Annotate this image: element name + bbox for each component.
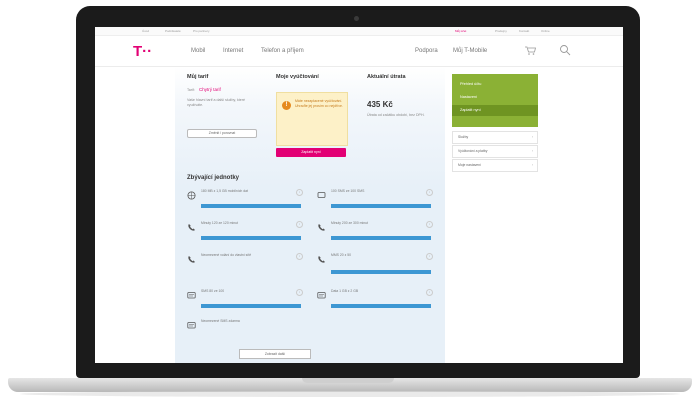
phone-icon	[188, 224, 195, 231]
laptop-notch	[302, 378, 394, 383]
info-icon[interactable]: i	[296, 253, 303, 260]
nav-item-my-account[interactable]: Můj T-Mobile	[453, 48, 487, 54]
phone-icon	[318, 224, 325, 231]
info-icon[interactable]: i	[296, 289, 303, 296]
top-link-right[interactable]: Můj účet	[455, 29, 466, 33]
unit-text: Minuty 120 ze 120 minut	[201, 221, 238, 225]
invoices-title: Moje vyúčtování	[276, 74, 319, 80]
camera	[354, 16, 359, 21]
sidebar-green-item[interactable]: Nastavení	[460, 95, 477, 99]
unit-text: SMS 80 ze 100	[201, 289, 225, 293]
top-link[interactable]: Pro partnery	[193, 29, 210, 33]
brand-logo[interactable]: T··	[133, 43, 152, 60]
nav-item-mobil[interactable]: Mobil	[191, 48, 205, 54]
phone-icon	[318, 256, 325, 263]
globe-icon	[187, 191, 196, 200]
tariff-label: Tarif:	[187, 88, 195, 92]
info-icon[interactable]: i	[426, 189, 433, 196]
info-icon[interactable]: i	[296, 189, 303, 196]
chevron-right-icon: ›	[531, 163, 533, 167]
spending-description: Útrata od začátku období, bez DPH.	[367, 113, 425, 117]
unit-item: Minuty 120 ze 120 minut i	[187, 221, 305, 243]
unit-text: MMS 20 z 50	[331, 253, 351, 257]
unit-progress-bar	[201, 204, 301, 208]
unit-item: 100 SMS ze 100 SMS i	[317, 189, 435, 211]
unit-item: Neomezené SMS zdarma	[187, 319, 305, 341]
phone-icon	[188, 256, 195, 263]
unit-text: Neomezené SMS zdarma	[201, 319, 240, 323]
unit-progress-bar	[201, 304, 301, 308]
change-tariff-button[interactable]: Změnit / porovnat	[187, 129, 257, 138]
unit-item: Data 1 GB z 2 GB i	[317, 289, 435, 311]
tariff-description: Vaše hlavní tarif a další služby, které …	[187, 98, 245, 107]
message-icon	[187, 322, 196, 329]
chevron-right-icon: ›	[531, 149, 533, 153]
main-navigation: T·· Mobil Internet Telefon a příjem Podp…	[95, 36, 623, 67]
unit-text: 100 SMS ze 100 SMS	[331, 189, 365, 193]
unit-progress-bar	[331, 270, 431, 274]
sidebar-item-label: Moje nastavení	[458, 163, 481, 167]
unit-item: 180 MB z 1,5 GB mobilních dat i	[187, 189, 305, 211]
top-link-right[interactable]: Kontakt	[519, 29, 529, 33]
sidebar-active-item[interactable]: Zaplatit nyní	[452, 105, 538, 116]
info-icon[interactable]: i	[426, 289, 433, 296]
top-link-right[interactable]: Prodejny	[495, 29, 507, 33]
sidebar-item-settings[interactable]: Moje nastavení ›	[452, 159, 538, 172]
sidebar-active-label: Zaplatit nyní	[460, 108, 481, 112]
unit-item: MMS 20 z 50 i	[317, 253, 435, 275]
account-sidebar: Přehled účtu Nastavení Zaplatit nyní Slu…	[452, 74, 538, 182]
sidebar-green-panel: Přehled účtu Nastavení	[452, 74, 538, 127]
unit-text: 180 MB z 1,5 GB mobilních dat	[201, 189, 248, 193]
message-icon	[317, 292, 326, 299]
info-icon[interactable]: i	[426, 253, 433, 260]
top-link[interactable]: Podnikatelé	[165, 29, 181, 33]
unit-text: Minuty 200 ze 300 minut	[331, 221, 368, 225]
pay-now-button[interactable]: Zaplatit nyní	[276, 148, 346, 157]
tariff-name-link[interactable]: Chytrý tarif	[199, 87, 221, 92]
spending-title: Aktuální útrata	[367, 74, 406, 80]
warning-text: Máte nezaplacené vyúčtování. Uhraďte jej…	[295, 99, 343, 108]
top-link-right[interactable]: Online	[541, 29, 550, 33]
screen: Úvod Podnikatelé Pro partnery Můj účet P…	[95, 27, 623, 363]
sidebar-item-label: Služby	[458, 135, 469, 139]
unpaid-warning-box: ! Máte nezaplacené vyúčtování. Uhraďte j…	[276, 92, 348, 146]
sidebar-item-services[interactable]: Služby ›	[452, 131, 538, 144]
search-icon[interactable]	[559, 44, 571, 56]
sidebar-item-billing[interactable]: Vyúčtování a platby ›	[452, 145, 538, 158]
cart-icon[interactable]	[525, 46, 536, 55]
unit-item: Neomezené volání do vlastní sítě i	[187, 253, 305, 275]
spending-amount: 435 Kč	[367, 100, 393, 109]
unit-item: SMS 80 ze 100 i	[187, 289, 305, 311]
info-icon[interactable]: i	[296, 221, 303, 228]
unit-text: Neomezené volání do vlastní sítě	[201, 253, 252, 257]
unit-item: Minuty 200 ze 300 minut i	[317, 221, 435, 243]
sms-icon	[317, 192, 326, 198]
chevron-right-icon: ›	[531, 135, 533, 139]
tariff-title: Můj tarif	[187, 74, 209, 80]
unit-progress-bar	[201, 236, 301, 240]
sidebar-item-label: Vyúčtování a platby	[458, 149, 488, 153]
info-icon[interactable]: i	[426, 221, 433, 228]
top-links-bar: Úvod Podnikatelé Pro partnery Můj účet P…	[95, 27, 623, 36]
laptop-shadow	[20, 391, 680, 397]
unit-progress-bar	[331, 304, 431, 308]
unit-text: Data 1 GB z 2 GB	[331, 289, 359, 293]
nav-item-internet[interactable]: Internet	[223, 48, 243, 54]
warning-icon: !	[282, 101, 291, 110]
top-link[interactable]: Úvod	[142, 29, 149, 33]
nav-item-telefon[interactable]: Telefon a příjem	[261, 48, 304, 54]
show-more-button[interactable]: Zobrazit další	[239, 349, 311, 359]
units-title: Zbývající jednotky	[187, 175, 240, 181]
sidebar-green-item[interactable]: Přehled účtu	[460, 82, 481, 86]
unit-progress-bar	[331, 236, 431, 240]
nav-item-podpora[interactable]: Podpora	[415, 48, 438, 54]
message-icon	[187, 292, 196, 299]
unit-progress-bar	[331, 204, 431, 208]
